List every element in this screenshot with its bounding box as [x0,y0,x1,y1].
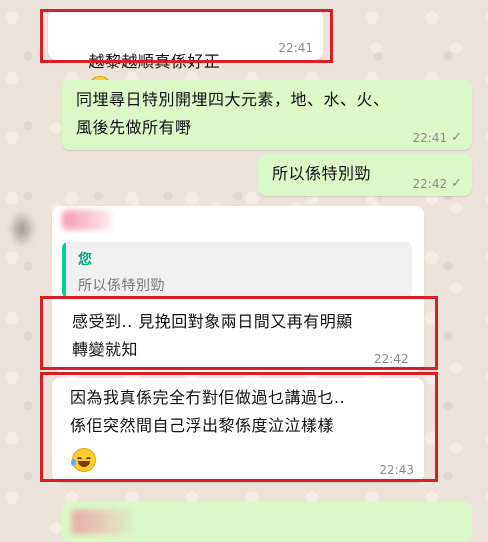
quote-accent-bar [62,242,66,298]
message-time: 22:41 [278,41,313,55]
message-bubble[interactable]: 同埋尋日特別開埋四大元素，地、水、火、 風後先做所有嘢 22:41 ✓ [62,80,472,150]
message-text: 同埋尋日特別開埋四大元素，地、水、火、 風後先做所有嘢 [76,90,390,137]
message-bubble[interactable]: 越黎越順真係好正 22:41 [48,10,323,100]
sender-name [62,210,112,230]
quoted-message[interactable]: 您 所以係特別勁 [62,242,412,298]
quote-text: 所以係特別勁 [78,278,165,294]
sent-check-icon: ✓ [451,176,462,191]
message-bubble[interactable]: 因為我真係完全冇對佢做過乜講過乜.. 係佢突然間自己浮出黎係度泣泣樣樣 22:4… [52,378,424,482]
message-text: 所以係特別勁 [272,164,372,183]
message-bubble[interactable]: 所以係特別勁 22:42 ✓ [258,154,472,196]
sent-check-icon: ✓ [451,130,462,145]
message-time: 22:42 [412,177,448,191]
message-time: 22:42 [374,352,409,366]
blurred-content [72,510,132,534]
message-time: 22:43 [379,463,414,477]
message-text: 感受到.. 見挽回對象兩日間又再有明顯 轉變就知 [72,312,353,359]
joy-emoji-icon [71,448,96,472]
sender-avatar[interactable] [8,210,36,248]
message-time: 22:41 [412,131,448,145]
quote-author: 您 [78,252,92,268]
message-text: 越黎越順真係好正 [88,52,221,71]
message-text: 因為我真係完全冇對佢做過乜講過乜.. 係佢突然間自己浮出黎係度泣泣樣樣 [70,388,346,435]
